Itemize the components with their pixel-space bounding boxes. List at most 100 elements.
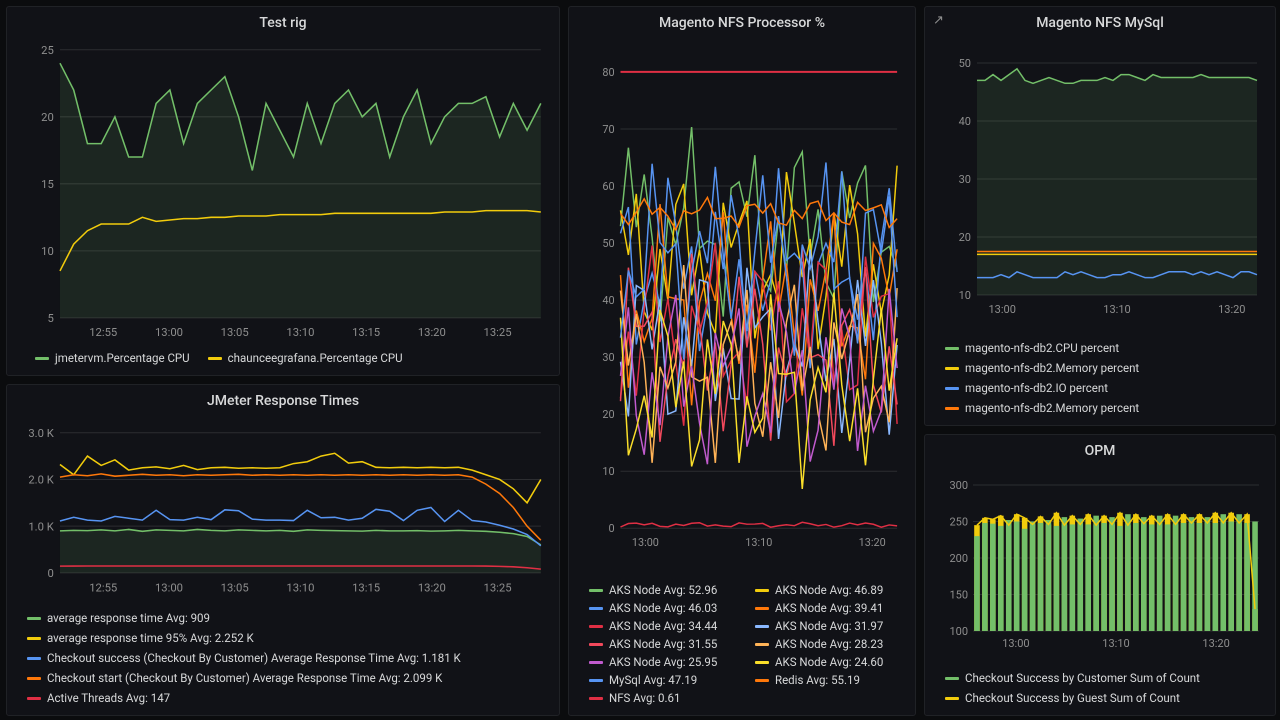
legend-swatch [589,697,603,700]
svg-text:13:20: 13:20 [859,536,886,549]
panel-mysql[interactable]: ↗ Magento NFS MySql 102030405013:0013:10… [924,6,1276,426]
legend-label: AKS Node Avg: 31.55 [609,637,717,651]
svg-text:13:00: 13:00 [155,326,183,339]
legend-label: AKS Node Avg: 24.60 [775,655,883,669]
legend-item[interactable]: Checkout success (Checkout By Customer) … [27,651,545,665]
legend-item[interactable]: average response time 95% Avg: 2.252 K [27,631,545,645]
svg-text:20: 20 [602,408,614,421]
svg-text:25: 25 [41,44,54,57]
panel-title: Magento NFS Processor % [569,7,915,33]
legend-item[interactable]: magento-nfs-db2.IO percent [945,381,1261,395]
legend-item[interactable]: AKS Node Avg: 46.89 [755,583,905,597]
legend-item[interactable]: AKS Node Avg: 28.23 [755,637,905,651]
legend: magento-nfs-db2.CPU percent magento-nfs-d… [925,337,1275,425]
legend-item[interactable]: AKS Node Avg: 39.41 [755,601,905,615]
svg-text:60: 60 [602,180,614,193]
legend-label: AKS Node Avg: 34.44 [609,619,717,633]
svg-text:40: 40 [602,294,614,307]
chart-area: 51015202512:5513:0013:0513:1013:1513:201… [7,33,559,347]
legend-item[interactable]: AKS Node Avg: 46.03 [589,601,739,615]
panel-opm[interactable]: OPM 10015020025030013:0013:1013:20 Check… [924,434,1276,716]
legend-item[interactable]: NFS Avg: 0.61 [589,691,739,705]
legend-item[interactable]: Active Threads Avg: 147 [27,691,545,705]
chart-area: 01.0 K2.0 K3.0 K12:5513:0013:0513:1013:1… [7,411,559,607]
svg-text:13:15: 13:15 [352,581,380,594]
legend-item[interactable]: magento-nfs-db2.Memory percent [945,401,1261,415]
panel-testrig[interactable]: Test rig 51015202512:5513:0013:0513:1013… [6,6,560,376]
legend-label: Checkout Success by Guest Sum of Count [965,691,1180,705]
svg-text:12:55: 12:55 [89,581,117,594]
legend-label: Redis Avg: 55.19 [775,673,860,687]
panel-nfsproc[interactable]: Magento NFS Processor % 0102030405060708… [568,6,916,716]
legend-item[interactable]: AKS Node Avg: 52.96 [589,583,739,597]
svg-text:100: 100 [949,625,968,638]
svg-text:13:20: 13:20 [1202,637,1229,650]
svg-text:13:10: 13:10 [1102,637,1129,650]
legend-label: AKS Node Avg: 46.03 [609,601,717,615]
svg-text:30: 30 [602,351,614,364]
legend-item[interactable]: Checkout start (Checkout By Customer) Av… [27,671,545,685]
legend-item[interactable]: magento-nfs-db2.CPU percent [945,341,1261,355]
legend-label: Active Threads Avg: 147 [47,691,170,705]
svg-text:12:55: 12:55 [89,326,117,339]
svg-text:13:20: 13:20 [418,581,446,594]
legend-item[interactable]: magento-nfs-db2.Memory percent [945,361,1261,375]
legend: AKS Node Avg: 52.96 AKS Node Avg: 46.89 AK… [569,579,915,715]
svg-text:150: 150 [949,589,968,602]
legend-swatch [27,657,41,660]
external-link-icon[interactable]: ↗ [933,13,944,28]
svg-text:10: 10 [602,465,614,478]
svg-text:40: 40 [959,115,971,128]
legend-swatch [589,679,603,682]
legend-item[interactable]: AKS Node Avg: 25.95 [589,655,739,669]
legend-item[interactable]: AKS Node Avg: 31.55 [589,637,739,651]
svg-text:13:20: 13:20 [418,326,446,339]
legend-swatch [755,679,769,682]
legend-label: average response time 95% Avg: 2.252 K [47,631,254,645]
panel-title: OPM [925,435,1275,461]
svg-text:13:15: 13:15 [352,326,380,339]
legend-swatch [27,677,41,680]
svg-text:13:00: 13:00 [1002,637,1029,650]
legend-item[interactable]: AKS Node Avg: 24.60 [755,655,905,669]
legend-label: chaunceegrafana.Percentage CPU [228,351,403,365]
legend-swatch [589,607,603,610]
legend-item[interactable]: average response time Avg: 909 [27,611,545,625]
legend-label: Checkout success (Checkout By Customer) … [47,651,461,665]
legend-item[interactable]: Checkout Success by Customer Sum of Coun… [945,671,1261,685]
legend: jmetervm.Percentage CPU chaunceegrafana.P… [7,347,559,375]
legend-label: average response time Avg: 909 [47,611,210,625]
legend-label: AKS Node Avg: 52.96 [609,583,717,597]
svg-text:2.0 K: 2.0 K [28,474,54,487]
svg-text:200: 200 [949,552,968,565]
svg-text:20: 20 [41,111,54,124]
legend-item[interactable]: Checkout Success by Guest Sum of Count [945,691,1261,705]
svg-text:13:00: 13:00 [155,581,183,594]
panel-jmeter[interactable]: JMeter Response Times 01.0 K2.0 K3.0 K12… [6,384,560,716]
legend: average response time Avg: 909 average re… [7,607,559,715]
svg-text:1.0 K: 1.0 K [28,520,54,533]
legend-label: magento-nfs-db2.Memory percent [965,361,1139,375]
legend-swatch [27,637,41,640]
legend-item[interactable]: AKS Node Avg: 34.44 [589,619,739,633]
legend-swatch [208,357,222,360]
legend-label: magento-nfs-db2.CPU percent [965,341,1119,355]
svg-text:5: 5 [48,312,54,325]
legend-item[interactable]: jmetervm.Percentage CPU [35,351,190,365]
chart-area: 10015020025030013:0013:1013:20 [925,461,1275,667]
legend-item[interactable]: MySql Avg: 47.19 [589,673,739,687]
svg-text:13:25: 13:25 [484,581,512,594]
legend-label: AKS Node Avg: 25.95 [609,655,717,669]
legend-item[interactable]: chaunceegrafana.Percentage CPU [208,351,403,365]
legend-swatch [945,387,959,390]
legend-label: magento-nfs-db2.IO percent [965,381,1108,395]
legend-item[interactable]: AKS Node Avg: 31.97 [755,619,905,633]
panel-title: Test rig [7,7,559,33]
legend-swatch [755,589,769,592]
legend-swatch [589,625,603,628]
legend-swatch [945,677,959,680]
bar-chart: 10015020025030013:0013:1013:20 [935,469,1265,663]
legend-swatch [35,357,49,360]
svg-text:13:10: 13:10 [745,536,772,549]
legend-item[interactable]: Redis Avg: 55.19 [755,673,905,687]
